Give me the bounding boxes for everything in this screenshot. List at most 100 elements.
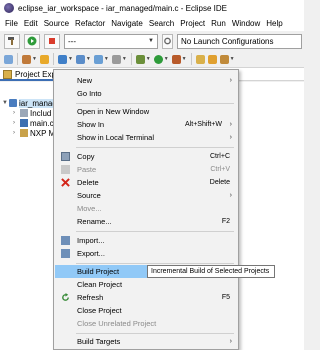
menu-item-delete[interactable]: Delete Delete [55,176,237,189]
link-icon[interactable] [4,54,13,64]
chevron-right-icon: › [229,134,232,141]
menu-item-paste[interactable]: Paste Ctrl+V [55,163,237,176]
chevron-down-icon[interactable]: ▼ [164,56,169,62]
menu-source[interactable]: Source [41,19,72,28]
main-toolbar: ▼ ▼ ▼ ▼ ▼ ▼ ▼ ▼ ▼ [0,51,304,67]
debug-tool-icon[interactable] [22,54,31,64]
chevron-down-icon[interactable]: ▼ [68,56,73,62]
external-tools-icon[interactable] [171,54,181,64]
menu-item-refresh[interactable]: Refresh F5 [55,291,237,304]
launch-config-gear-button[interactable] [162,33,173,49]
run-icon [27,36,37,46]
run-icon[interactable] [153,54,163,64]
c-file-icon [20,119,28,127]
tooltip: Incremental Build of Selected Projects [147,265,275,278]
menu-item-go-into[interactable]: Go Into [55,87,237,100]
delete-x-icon [61,178,70,187]
debug-bug-icon[interactable] [135,54,145,64]
launch-run-button[interactable] [24,33,40,49]
chevron-right-icon[interactable]: › [13,120,20,126]
menu-item-export[interactable]: Export... [55,247,237,260]
new-project-icon[interactable] [57,54,67,64]
tree-node-label: NXP M [30,128,56,138]
chevron-down-icon[interactable]: ▼ [230,56,235,62]
c-project-icon [9,99,17,107]
menu-file[interactable]: File [2,19,21,28]
menu-edit[interactable]: Edit [21,19,41,28]
chevron-right-icon[interactable]: › [13,110,20,116]
menu-item-show-local-terminal[interactable]: Show in Local Terminal › [55,131,237,144]
menu-item-clean-project[interactable]: Clean Project [55,278,237,291]
chevron-down-icon[interactable]: ▼ [2,100,9,106]
open-folder-icon[interactable] [195,54,205,64]
menu-refactor[interactable]: Refactor [72,19,108,28]
hammer-icon [8,37,14,45]
tree-node-label: Includ [30,108,52,118]
gear-icon [164,37,171,45]
folder-icon [20,129,28,137]
refresh-icon [61,293,70,302]
search-icon[interactable] [219,54,229,64]
menu-bar: File Edit Source Refactor Navigate Searc… [0,16,304,31]
menu-item-move[interactable]: Move... [55,202,237,215]
menu-item-source[interactable]: Source › [55,189,237,202]
open-type-icon[interactable] [207,54,217,64]
tree-node-main-c[interactable]: › main.c [13,118,54,128]
includes-icon [20,109,28,117]
project-explorer-icon [3,69,12,79]
menu-search[interactable]: Search [146,19,177,28]
menu-item-build-targets[interactable]: Build Targets › [55,335,237,348]
settings-gear-icon[interactable] [111,54,121,64]
chevron-right-icon: › [229,121,232,128]
new-file-icon[interactable] [93,54,103,64]
context-menu: New › Go Into Open in New Window Show In… [53,69,239,350]
menu-item-show-in[interactable]: Show In Alt+Shift+W › [55,118,237,131]
menu-item-open-new-window[interactable]: Open in New Window [55,105,237,118]
menu-separator [76,263,234,264]
warning-icon[interactable] [39,54,49,64]
menu-item-rename[interactable]: Rename... F2 [55,215,237,228]
toolbar-separator [52,53,54,65]
title-bar: eclipse_iar_workspace - iar_managed/main… [0,0,304,16]
launch-mode-select[interactable]: --- ▼ [64,33,158,49]
import-icon [61,236,70,245]
menu-item-close-unrelated-project[interactable]: Close Unrelated Project [55,317,237,330]
tree-node-label: main.c [30,118,54,128]
chevron-down-icon[interactable]: ▼ [86,56,91,62]
launch-mode-value: --- [68,36,76,46]
menu-separator [76,231,234,232]
chevron-down-icon: ▼ [148,38,154,44]
build-hammer-button[interactable] [4,33,20,49]
menu-run[interactable]: Run [208,19,229,28]
launch-configuration-select[interactable]: No Launch Configurations [177,33,302,49]
menu-separator [76,333,234,334]
menu-item-import[interactable]: Import... [55,234,237,247]
menu-item-close-project[interactable]: Close Project [55,304,237,317]
chevron-down-icon[interactable]: ▼ [146,56,151,62]
chevron-down-icon[interactable]: ▼ [32,56,37,62]
launch-stop-button[interactable] [44,33,60,49]
tree-node-project[interactable]: ▼ iar_manag [2,98,57,108]
menu-item-new[interactable]: New › [55,74,237,87]
export-icon [61,249,70,258]
menu-window[interactable]: Window [229,19,263,28]
stop-icon [49,38,55,44]
tree-node-nxp[interactable]: › NXP M [13,128,55,138]
tree-node-includes[interactable]: › Includ [13,108,51,118]
chevron-down-icon[interactable]: ▼ [122,56,127,62]
menu-item-copy[interactable]: Copy Ctrl+C [55,150,237,163]
paste-icon [61,165,70,174]
menu-help[interactable]: Help [263,19,285,28]
toolbar-separator [130,53,132,65]
new-source-folder-icon[interactable] [75,54,85,64]
chevron-right-icon[interactable]: › [13,130,20,136]
menu-separator [76,147,234,148]
chevron-down-icon[interactable]: ▼ [104,56,109,62]
window-title: eclipse_iar_workspace - iar_managed/main… [18,3,227,13]
chevron-right-icon: › [229,338,232,345]
toolbar-separator [190,53,192,65]
launch-configuration-value: No Launch Configurations [181,36,274,46]
menu-project[interactable]: Project [177,19,208,28]
menu-navigate[interactable]: Navigate [108,19,146,28]
chevron-down-icon[interactable]: ▼ [182,56,187,62]
